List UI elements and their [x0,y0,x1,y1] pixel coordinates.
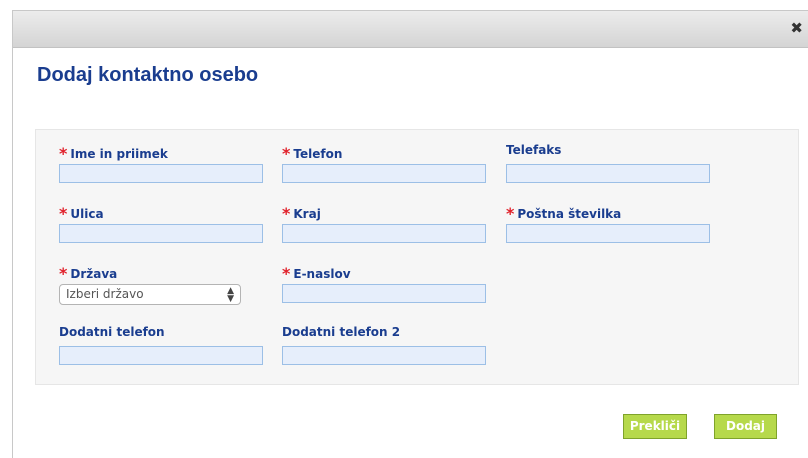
name-input[interactable] [59,164,263,183]
fax-input[interactable] [506,164,710,183]
country-select[interactable]: Izberi državo ▲ ▼ [59,284,241,305]
city-label: * Kraj [282,204,321,223]
fax-field-group: Telefaks [506,143,710,183]
city-field-group: * Kraj [282,203,486,243]
required-marker: * [506,204,515,223]
phone-input[interactable] [282,164,486,183]
required-marker: * [282,144,291,163]
country-label: * Država [59,264,118,283]
postal-code-label: * Poštna številka [506,204,622,223]
contact-form-panel: * Ime in priimek * Telefon Telefaks * Ulica… [35,129,799,385]
email-label: * E-naslov [282,264,351,283]
additional-phone-2-input[interactable] [282,346,486,365]
street-field-group: * Ulica [59,203,263,243]
close-icon[interactable]: ✖ [790,20,803,36]
country-field-group: * Država Izberi državo ▲ ▼ [59,263,241,305]
country-select-value: Izberi državo [66,287,144,301]
select-arrows-icon: ▲ ▼ [227,286,234,304]
required-marker: * [59,264,68,283]
cancel-button[interactable]: Prekliči [623,414,687,439]
required-marker: * [59,204,68,223]
dialog-title: Dodaj kontaktno osebo [37,64,259,86]
street-input[interactable] [59,224,263,243]
name-label: * Ime in priimek [59,144,168,163]
additional-phone-2-field-group: Dodatni telefon 2 [282,325,486,365]
required-marker: * [59,144,68,163]
phone-label: * Telefon [282,144,343,163]
fax-label: Telefaks [506,143,562,157]
email-input[interactable] [282,284,486,303]
required-marker: * [282,204,291,223]
required-marker: * [282,264,291,283]
additional-phone-label: Dodatni telefon [59,325,165,339]
name-field-group: * Ime in priimek [59,143,263,183]
city-input[interactable] [282,224,486,243]
street-label: * Ulica [59,204,104,223]
additional-phone-2-label: Dodatni telefon 2 [282,325,401,339]
add-contact-dialog: ✖ Dodaj kontaktno osebo * Ime in priimek … [12,10,808,458]
phone-field-group: * Telefon [282,143,486,183]
add-button[interactable]: Dodaj [714,414,777,439]
postal-code-input[interactable] [506,224,710,243]
additional-phone-field-group: Dodatni telefon [59,325,263,365]
email-field-group: * E-naslov [282,263,486,303]
dialog-titlebar: ✖ [13,11,808,48]
additional-phone-input[interactable] [59,346,263,365]
postal-code-field-group: * Poštna številka [506,203,710,243]
